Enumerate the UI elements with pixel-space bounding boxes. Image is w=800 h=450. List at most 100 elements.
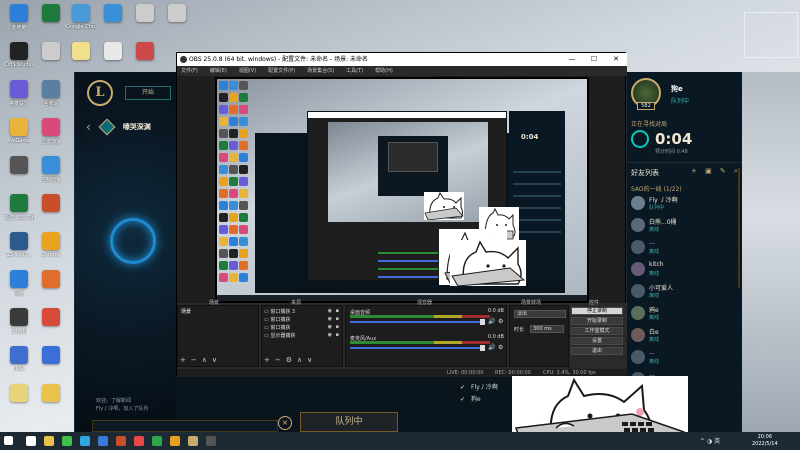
obs-menu-item[interactable]: 编辑(E) bbox=[210, 66, 227, 76]
visibility-eye-icon[interactable]: ◉ bbox=[328, 316, 332, 322]
taskbar-app-icon[interactable] bbox=[62, 436, 72, 446]
friend-list-tools[interactable]: + ▣ ✎ ⌕ bbox=[691, 167, 741, 176]
desktop-icon[interactable]: 迅雷加速 bbox=[36, 118, 66, 152]
visibility-eye-icon[interactable]: ◉ bbox=[328, 332, 332, 338]
visibility-eye-icon[interactable]: ◉ bbox=[328, 308, 332, 314]
transition-type-select[interactable]: 淡出 bbox=[514, 310, 566, 318]
stop-recording-button[interactable]: 停止录制 bbox=[571, 307, 623, 315]
obs-menu-item[interactable]: 工具(T) bbox=[346, 66, 363, 76]
lock-icon[interactable]: ▪ bbox=[336, 308, 339, 314]
remove-source-icon[interactable]: − bbox=[275, 356, 281, 364]
desktop-icon[interactable] bbox=[130, 4, 160, 38]
gear-icon[interactable]: ⚙ bbox=[498, 318, 503, 325]
in-queue-button[interactable]: 队列中 bbox=[300, 412, 398, 432]
move-down-icon[interactable]: ∨ bbox=[212, 356, 217, 364]
cancel-queue-close-icon[interactable]: × bbox=[278, 416, 292, 430]
friend-list-item[interactable]: ... 离线 bbox=[631, 238, 739, 258]
friend-list-item[interactable]: Fly 丿冷啊 队列中 bbox=[631, 194, 739, 214]
remove-scene-icon[interactable]: − bbox=[191, 356, 197, 364]
transition-duration-input[interactable]: 300 ms bbox=[530, 325, 564, 333]
settings-button[interactable]: 设置 bbox=[571, 337, 623, 345]
desktop-icon[interactable] bbox=[36, 346, 66, 380]
move-down-icon[interactable]: ∨ bbox=[307, 356, 312, 364]
system-tray[interactable]: ^ ◑ 英 bbox=[700, 436, 720, 445]
friend-list-item[interactable]: 白e 离线 bbox=[631, 326, 739, 346]
taskbar-app-icon[interactable] bbox=[206, 436, 216, 446]
desktop-icon[interactable] bbox=[36, 308, 66, 342]
lobby-chat-input[interactable] bbox=[92, 420, 278, 432]
speaker-icon[interactable]: 🔊 bbox=[488, 318, 495, 325]
start-windows-icon[interactable] bbox=[4, 436, 13, 445]
taskbar-app-icon[interactable] bbox=[152, 436, 162, 446]
desktop-icon[interactable] bbox=[36, 194, 66, 228]
source-item[interactable]: ▭ 窗口捕获 3 ◉ ▪ bbox=[264, 308, 340, 315]
speaker-icon[interactable]: 🔊 bbox=[488, 344, 495, 351]
back-chevron-icon[interactable]: ‹ bbox=[86, 120, 91, 134]
source-item[interactable]: ▭ 显示器捕获 ◉ ▪ bbox=[264, 332, 340, 339]
desktop-icon[interactable] bbox=[36, 384, 66, 418]
add-source-icon[interactable]: + bbox=[264, 356, 270, 364]
taskbar-app-icon[interactable] bbox=[44, 436, 54, 446]
desktop-icon[interactable] bbox=[130, 42, 160, 76]
add-scene-icon[interactable]: + bbox=[180, 356, 186, 364]
desktop-icon[interactable] bbox=[98, 4, 128, 38]
desktop-icon[interactable]: 12-5 WT... bbox=[4, 232, 34, 266]
volume-slider[interactable] bbox=[350, 321, 484, 323]
visibility-eye-icon[interactable]: ◉ bbox=[328, 324, 332, 330]
volume-slider[interactable] bbox=[350, 347, 484, 349]
desktop-icon[interactable]: 网络 bbox=[4, 270, 34, 304]
desktop-icon[interactable] bbox=[66, 42, 96, 76]
taskbar-app-icon[interactable] bbox=[170, 436, 180, 446]
lock-icon[interactable]: ▪ bbox=[336, 316, 339, 322]
volume-slider-handle[interactable] bbox=[480, 319, 485, 325]
gear-icon[interactable]: ⚙ bbox=[498, 344, 503, 351]
desktop-icon[interactable]: 回收站 bbox=[36, 80, 66, 114]
obs-menu-item[interactable]: 场景集合(S) bbox=[307, 66, 334, 76]
source-item[interactable]: ▭ 窗口捕获 ◉ ▪ bbox=[264, 324, 340, 331]
desktop-icon[interactable] bbox=[4, 156, 34, 190]
desktop-icon[interactable]: FLAC bbox=[4, 346, 34, 380]
lock-icon[interactable]: ▪ bbox=[336, 332, 339, 338]
desktop-icon[interactable] bbox=[36, 4, 66, 38]
taskbar-app-icon[interactable] bbox=[116, 436, 126, 446]
friend-list-item[interactable]: 鸦e 离线 bbox=[631, 304, 739, 324]
obs-menu-item[interactable]: 配置文件(P) bbox=[268, 66, 295, 76]
desktop-icon[interactable] bbox=[162, 4, 192, 38]
lol-logo[interactable]: L bbox=[87, 80, 113, 106]
taskbar-app-icon[interactable] bbox=[80, 436, 90, 446]
desktop-icon[interactable] bbox=[98, 42, 128, 76]
obs-menu-item[interactable]: 视图(V) bbox=[239, 66, 256, 76]
source-item[interactable]: ▭ 窗口捕获 ◉ ▪ bbox=[264, 316, 340, 323]
friend-list-item[interactable]: ... 离线 bbox=[631, 348, 739, 368]
desktop-icon[interactable]: WeGame bbox=[4, 118, 34, 152]
desktop-icon[interactable] bbox=[36, 42, 66, 76]
desktop-icon[interactable]: Chrome bbox=[36, 232, 66, 266]
desktop-icon[interactable] bbox=[36, 270, 66, 304]
friend-list-item[interactable]: kitch 离线 bbox=[631, 260, 739, 280]
friend-list-item[interactable]: 白熊...0桶 离线 bbox=[631, 216, 739, 236]
volume-slider-handle[interactable] bbox=[480, 345, 485, 351]
desktop-icon[interactable]: Google Chrome bbox=[66, 4, 96, 38]
friend-group-header[interactable]: SAO的一线 (1/22) bbox=[631, 184, 682, 193]
taskbar-app-icon[interactable] bbox=[134, 436, 144, 446]
desktop-icon[interactable] bbox=[4, 384, 34, 418]
lock-icon[interactable]: ▪ bbox=[336, 324, 339, 330]
studio-mode-button[interactable]: 工作室模式 bbox=[571, 327, 623, 335]
taskbar-app-icon[interactable] bbox=[188, 436, 198, 446]
taskbar-clock[interactable]: 20:06 2022/5/14 bbox=[752, 434, 778, 448]
move-up-icon[interactable]: ∧ bbox=[202, 356, 207, 364]
scene-item[interactable]: 场景 bbox=[178, 306, 258, 317]
desktop-icon[interactable]: OBS Studio bbox=[4, 42, 34, 76]
taskbar-app-icon[interactable] bbox=[98, 436, 108, 446]
exit-button[interactable]: 退出 bbox=[571, 347, 623, 355]
close-icon[interactable]: ✕ bbox=[605, 53, 627, 66]
lol-play-button[interactable]: 开始 bbox=[125, 86, 171, 100]
desktop-icon[interactable]: 英雄联盟 bbox=[4, 80, 34, 114]
desktop-icon[interactable]: 此电脑 bbox=[4, 4, 34, 38]
desktop-icon[interactable]: 新建 XLS 工作表 bbox=[4, 194, 34, 228]
desktop-icon[interactable]: 控制面板 bbox=[36, 156, 66, 190]
move-up-icon[interactable]: ∧ bbox=[297, 356, 302, 364]
obs-menu-item[interactable]: 文件(F) bbox=[181, 66, 198, 76]
friend-list-item[interactable]: 小可爱人 离线 bbox=[631, 282, 739, 302]
taskbar-app-icon[interactable] bbox=[26, 436, 36, 446]
